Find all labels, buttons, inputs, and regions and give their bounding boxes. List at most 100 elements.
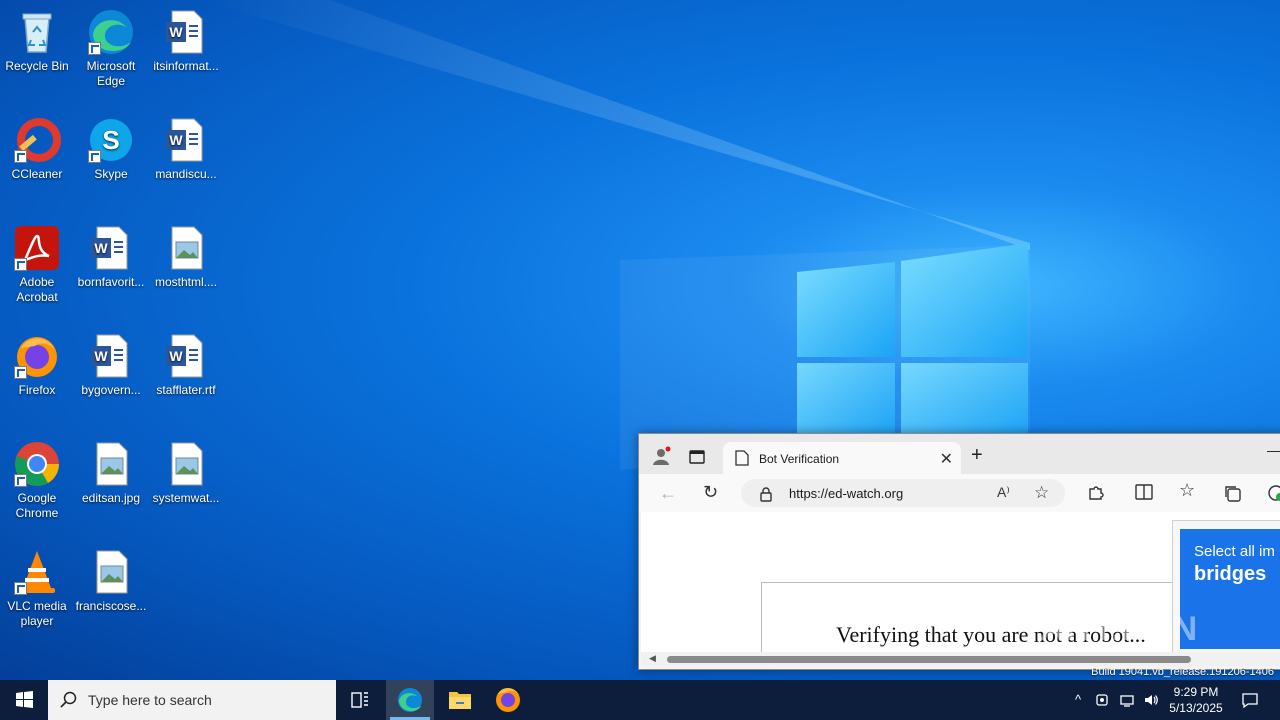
google-chrome-icon: [13, 440, 61, 488]
ccleaner-icon: [13, 116, 61, 164]
collections-icon[interactable]: [1223, 484, 1241, 507]
icon-label: Recycle Bin: [5, 59, 69, 73]
desktop-icon-recycle-bin[interactable]: Recycle Bin: [0, 8, 74, 74]
tab-bot-verification[interactable]: Bot Verification ✕: [723, 442, 961, 474]
scrollbar-thumb[interactable]: [667, 656, 1191, 663]
clock-date: 5/13/2025: [1169, 701, 1223, 715]
taskbar-clock[interactable]: 9:29 PM 5/13/2025: [1163, 684, 1229, 716]
taskbar-firefox[interactable]: [484, 680, 532, 720]
page-icon: [735, 450, 749, 469]
shortcut-arrow-icon: [14, 150, 27, 163]
read-aloud-icon[interactable]: A⁾: [997, 484, 1010, 501]
desktop-icon-word-doc[interactable]: W stafflater.rtf: [149, 332, 223, 398]
word-document-icon: W: [162, 8, 210, 56]
watermark: ANY.RUN: [1040, 610, 1199, 648]
favorites-icon[interactable]: ☆: [1179, 480, 1195, 501]
icon-label: mandiscu...: [155, 167, 217, 181]
task-view-button[interactable]: [336, 680, 384, 720]
icon-label: bygovern...: [81, 383, 141, 397]
adobe-acrobat-icon: [13, 224, 61, 272]
icon-label: editsan.jpg: [81, 491, 141, 505]
icon-label: systemwat...: [152, 491, 220, 505]
scroll-left-icon[interactable]: ◀: [649, 653, 656, 664]
image-file-icon: [87, 440, 135, 488]
desktop-icon-google-chrome[interactable]: Google Chrome: [0, 440, 74, 521]
shortcut-arrow-icon: [88, 42, 101, 55]
tab-actions-icon[interactable]: [689, 449, 705, 465]
taskbar-search-box[interactable]: Type here to search: [48, 680, 336, 720]
desktop-icon-adobe-acrobat[interactable]: Adobe Acrobat: [0, 224, 74, 305]
skype-icon: S: [87, 116, 135, 164]
horizontal-scrollbar[interactable]: ◀: [641, 652, 1280, 666]
desktop-icon-image-file[interactable]: systemwat...: [149, 440, 223, 506]
network-icon[interactable]: [1117, 690, 1137, 710]
svg-text:W: W: [94, 240, 108, 256]
lock-icon: [759, 486, 773, 505]
desktop: Recycle Bin CCleaner Adobe Acrobat Firef…: [0, 0, 1280, 680]
search-icon: [60, 691, 78, 712]
desktop-icon-microsoft-edge[interactable]: Microsoft Edge: [74, 8, 148, 89]
folder-icon: [449, 692, 471, 709]
tab-title: Bot Verification: [759, 452, 840, 466]
profile-icon[interactable]: [651, 446, 671, 466]
close-tab-icon[interactable]: ✕: [940, 449, 953, 469]
edge-icon: [87, 8, 135, 56]
desktop-icon-word-doc[interactable]: W mandiscu...: [149, 116, 223, 182]
desktop-icon-word-doc[interactable]: W itsinformat...: [149, 8, 223, 74]
action-center-icon[interactable]: [1238, 690, 1262, 710]
desktop-icon-image-file[interactable]: franciscose...: [74, 548, 148, 614]
recycle-bin-icon: [13, 8, 61, 56]
captcha-instruction: Select all im: [1194, 543, 1275, 560]
start-button[interactable]: [0, 680, 48, 720]
edge-icon: [398, 688, 422, 712]
firefox-icon: [13, 332, 61, 380]
word-document-icon: W: [87, 224, 135, 272]
word-document-icon: W: [162, 332, 210, 380]
icon-label: Adobe Acrobat: [16, 275, 58, 304]
vlc-cone-icon: [13, 548, 61, 596]
shortcut-arrow-icon: [14, 582, 27, 595]
icon-label: CCleaner: [11, 167, 63, 181]
icon-label: franciscose...: [75, 599, 147, 613]
url-bar[interactable]: https://ed-watch.org A⁾ ☆: [741, 479, 1065, 507]
meet-now-icon[interactable]: [1093, 690, 1113, 710]
back-icon[interactable]: ←: [659, 483, 677, 504]
icon-label: bornfavorit...: [77, 275, 145, 289]
desktop-icon-word-doc[interactable]: W bornfavorit...: [74, 224, 148, 290]
icon-label: Google Chrome: [15, 491, 59, 520]
icon-label: Skype: [94, 167, 128, 181]
minimize-window-icon[interactable]: —: [1267, 442, 1280, 458]
desktop-icon-firefox[interactable]: Firefox: [0, 332, 74, 398]
icon-label: VLC media player: [7, 599, 67, 628]
icon-label: Microsoft Edge: [86, 59, 136, 88]
extensions-icon[interactable]: [1087, 483, 1105, 506]
new-tab-icon[interactable]: +: [971, 444, 983, 467]
url-text: https://ed-watch.org: [789, 486, 904, 501]
desktop-icon-ccleaner[interactable]: CCleaner: [0, 116, 74, 182]
taskbar-edge[interactable]: [386, 680, 434, 720]
icon-label: mosthtml....: [154, 275, 217, 289]
captcha-target: bridges: [1194, 563, 1267, 585]
image-file-icon: [162, 224, 210, 272]
split-screen-icon[interactable]: [1135, 484, 1153, 505]
desktop-icon-skype[interactable]: S Skype: [74, 116, 148, 182]
firefox-icon: [496, 688, 520, 712]
taskbar-file-explorer[interactable]: [436, 680, 484, 720]
favorite-star-icon[interactable]: ☆: [1034, 483, 1049, 503]
windows-start-icon: [16, 691, 33, 708]
volume-icon[interactable]: [1141, 690, 1161, 710]
image-file-icon: [162, 440, 210, 488]
desktop-icon-image-file[interactable]: editsan.jpg: [74, 440, 148, 506]
refresh-icon[interactable]: ↻: [703, 482, 718, 503]
desktop-icon-image-file[interactable]: mosthtml....: [149, 224, 223, 290]
svg-text:W: W: [94, 348, 108, 364]
svg-text:W: W: [169, 24, 183, 40]
shortcut-arrow-icon: [14, 258, 27, 271]
show-hidden-icons-chevron-icon[interactable]: ^: [1068, 690, 1088, 710]
search-placeholder: Type here to search: [88, 692, 212, 708]
browser-essentials-icon[interactable]: [1267, 484, 1280, 507]
tab-bar: Bot Verification ✕ + —: [639, 434, 1280, 474]
clock-time: 9:29 PM: [1173, 685, 1219, 699]
desktop-icon-word-doc[interactable]: W bygovern...: [74, 332, 148, 398]
desktop-icon-vlc[interactable]: VLC media player: [0, 548, 74, 629]
